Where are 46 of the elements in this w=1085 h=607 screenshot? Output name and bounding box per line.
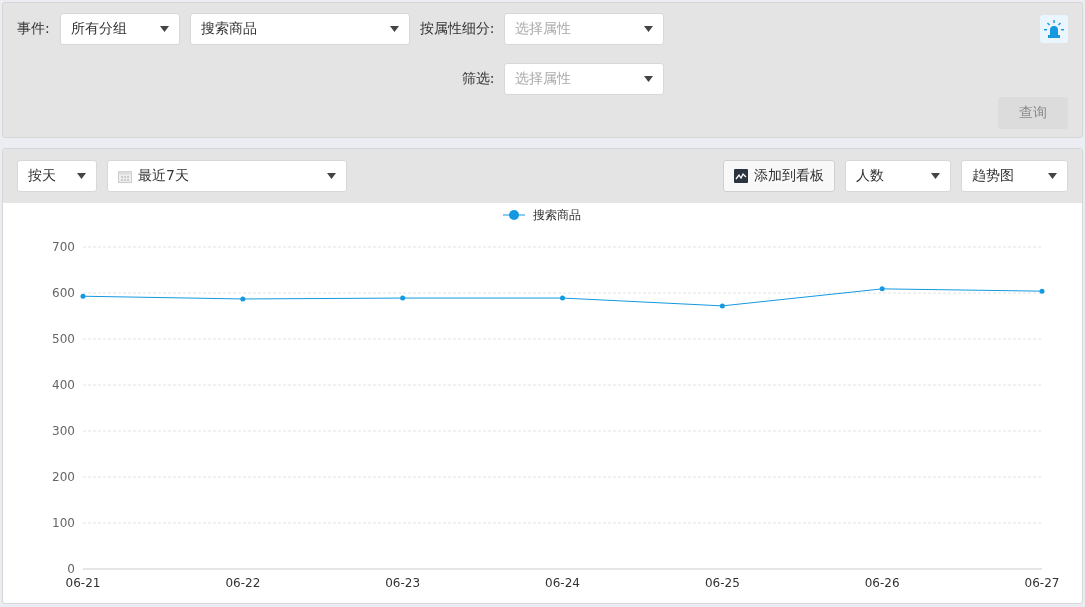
caret-icon: [159, 26, 169, 32]
x-axis-label: 06-25: [704, 576, 740, 590]
calendar-icon: [118, 169, 132, 183]
x-axis-label: 06-23: [385, 576, 421, 590]
caret-icon: [1048, 173, 1057, 179]
data-point: [879, 286, 885, 292]
data-point: [400, 295, 406, 301]
y-axis-label: 300: [52, 424, 75, 438]
caret-icon: [931, 173, 940, 179]
data-point: [240, 296, 246, 302]
breakdown-label: 按属性细分:: [419, 20, 495, 38]
caret-icon: [77, 173, 86, 179]
caret-icon: [389, 26, 399, 32]
legend-label: 搜索商品: [533, 208, 581, 222]
x-axis-label: 06-22: [225, 576, 261, 590]
date-range-select[interactable]: 最近7天: [107, 160, 347, 192]
x-axis-label: 06-27: [1024, 576, 1060, 590]
y-axis-label: 100: [52, 516, 75, 530]
caret-icon: [327, 173, 336, 179]
group-select[interactable]: 所有分组: [59, 13, 180, 45]
add-to-dashboard-button[interactable]: 添加到看板: [723, 160, 835, 192]
caret-icon: [644, 76, 654, 82]
metric-select[interactable]: 人数: [845, 160, 951, 192]
event-select[interactable]: 搜索商品: [189, 13, 410, 45]
data-point: [1039, 288, 1045, 294]
y-axis-label: 200: [52, 470, 75, 484]
data-point: [719, 303, 725, 309]
chart-type-select[interactable]: 趋势图: [961, 160, 1068, 192]
y-axis-label: 0: [67, 562, 75, 576]
caret-icon: [644, 26, 654, 32]
y-axis-label: 400: [52, 378, 75, 392]
legend-marker-icon: [502, 210, 526, 220]
y-axis-label: 700: [52, 240, 75, 254]
filter-label: 筛选:: [460, 70, 495, 88]
alarm-button[interactable]: [1040, 15, 1068, 43]
granularity-select[interactable]: 按天: [17, 160, 97, 192]
x-axis-label: 06-26: [864, 576, 900, 590]
y-axis-label: 500: [52, 332, 75, 346]
event-label: 事件:: [17, 20, 50, 38]
y-axis-label: 600: [52, 286, 75, 300]
siren-icon: [1044, 20, 1064, 38]
chart-icon: [734, 169, 748, 183]
data-point: [80, 293, 86, 299]
x-axis-label: 06-24: [545, 576, 580, 590]
x-axis-label: 06-21: [65, 576, 101, 590]
data-point: [560, 295, 565, 301]
